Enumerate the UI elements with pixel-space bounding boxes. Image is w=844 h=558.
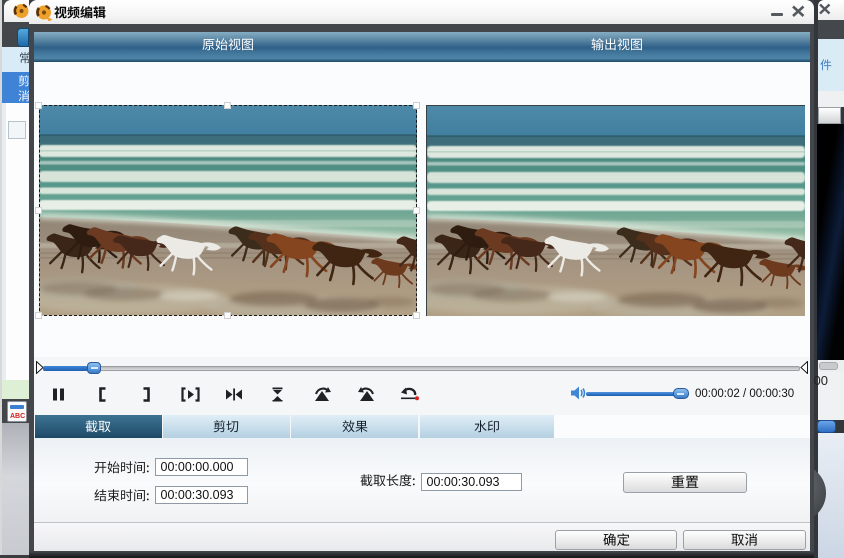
svg-text:ABC: ABC [10,413,25,420]
